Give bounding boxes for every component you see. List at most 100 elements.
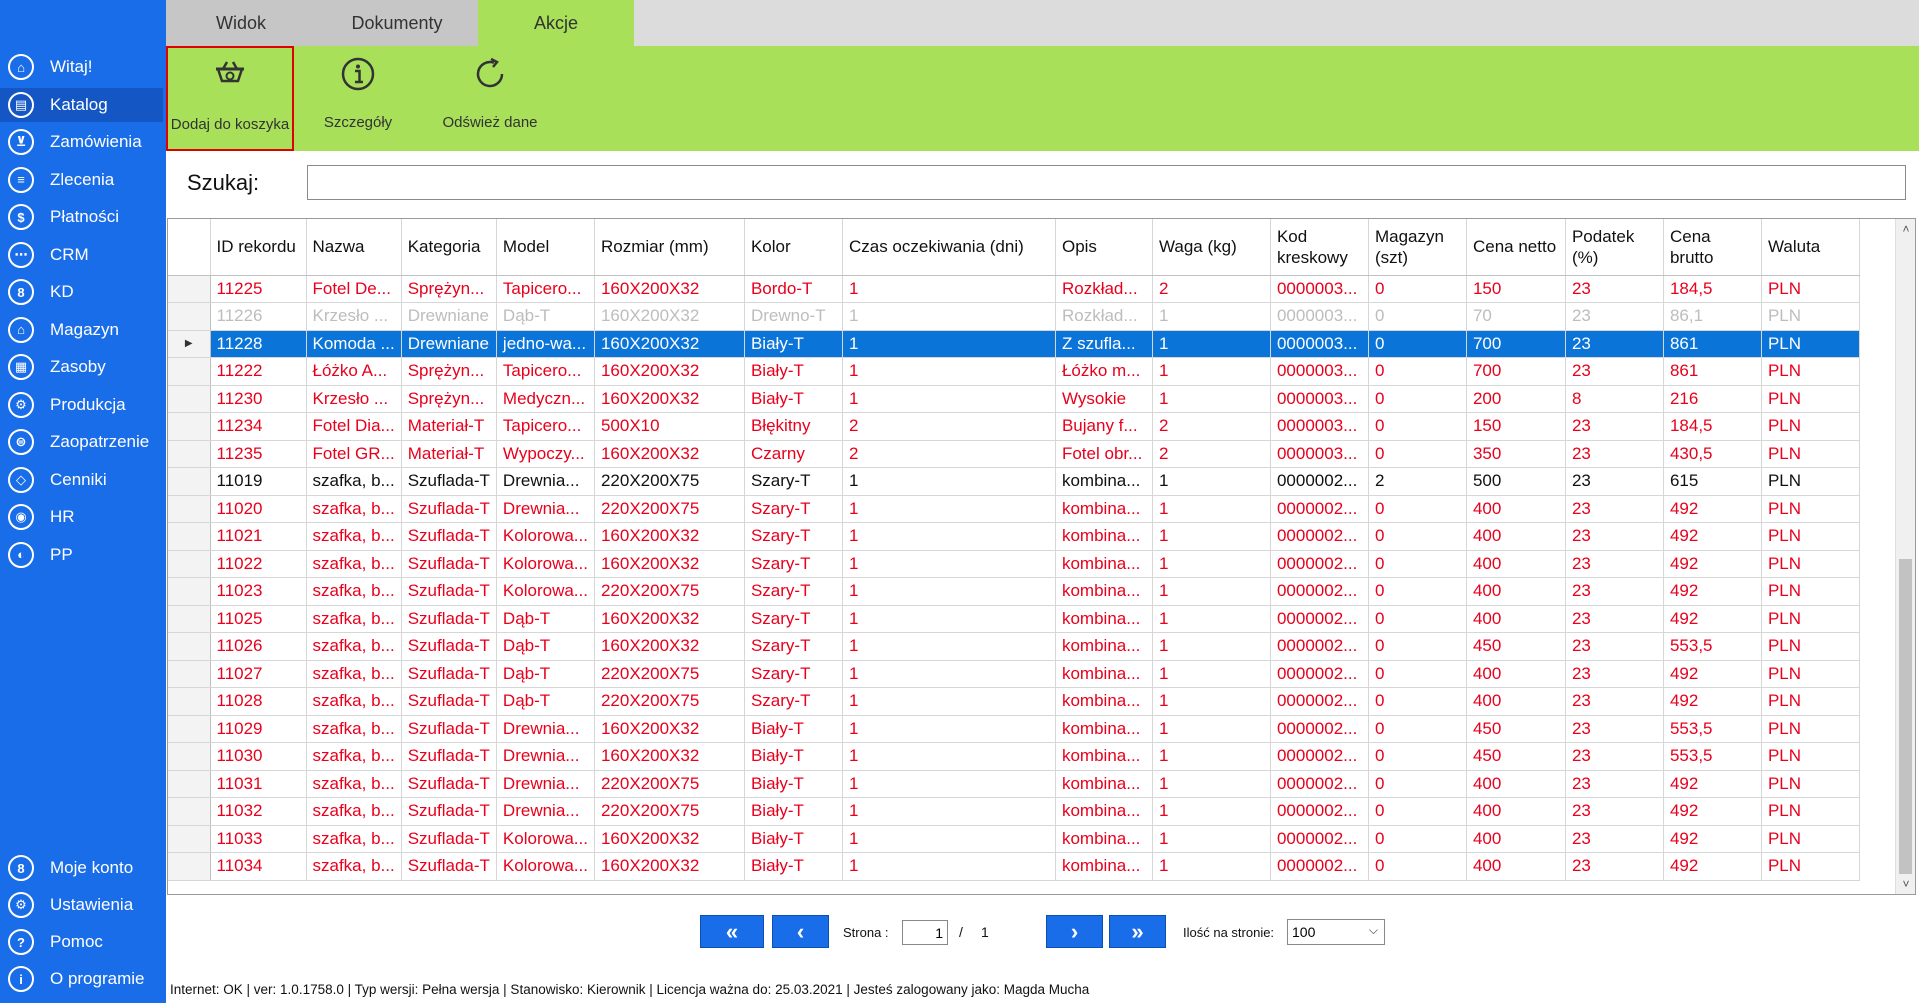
table-row[interactable]: 11030 szafka, b... Szuflada-T Drewnia... 160…: [168, 742, 1860, 771]
row-selector[interactable]: [168, 605, 211, 633]
table-row[interactable]: 11234 Fotel Dia... Materiał-T Tapicero... 50…: [168, 412, 1860, 441]
tab-dokumenty[interactable]: Dokumenty: [316, 0, 478, 46]
row-selector[interactable]: [168, 770, 211, 798]
details-button[interactable]: Szczegóły: [294, 46, 422, 151]
sidebar-item-zamówienia[interactable]: ⊻ Zamówienia: [0, 125, 163, 159]
row-selector[interactable]: [168, 632, 211, 661]
sidebar-item-o-programie[interactable]: i O programie: [0, 962, 163, 996]
sidebar-item-pomoc[interactable]: ? Pomoc: [0, 925, 163, 959]
table-cell: 0000002...: [1270, 660, 1369, 688]
sidebar-item-zaopatrzenie[interactable]: ⊜ Zaopatrzenie: [0, 425, 163, 459]
first-page-button[interactable]: «: [700, 915, 764, 948]
next-page-button[interactable]: ›: [1046, 915, 1103, 948]
column-header[interactable]: Waluta: [1761, 219, 1860, 276]
sidebar-item-katalog[interactable]: ▤ Katalog: [0, 87, 163, 122]
table-row[interactable]: 11019 szafka, b... Szuflada-T Drewnia... 220…: [168, 467, 1860, 496]
sidebar-item-crm[interactable]: ⋯ CRM: [0, 238, 163, 272]
sidebar-item-produkcja[interactable]: ⚙ Produkcja: [0, 388, 163, 422]
row-selector[interactable]: [168, 495, 211, 523]
table-cell: 700: [1466, 330, 1566, 358]
last-page-button[interactable]: »: [1109, 915, 1166, 948]
search-input[interactable]: [307, 165, 1906, 200]
row-selector[interactable]: [168, 550, 211, 578]
sidebar-item-zlecenia[interactable]: ≡ Zlecenia: [0, 163, 163, 197]
tab-akcje[interactable]: Akcje: [478, 0, 634, 46]
table-row[interactable]: 11020 szafka, b... Szuflada-T Drewnia... 220…: [168, 495, 1860, 523]
column-header[interactable]: Opis: [1055, 219, 1153, 276]
column-header[interactable]: Cena netto: [1466, 219, 1566, 276]
prev-page-button[interactable]: ‹: [772, 915, 829, 948]
row-selector[interactable]: [168, 522, 211, 551]
sidebar-item-zasoby[interactable]: ▦ Zasoby: [0, 350, 163, 384]
row-selector[interactable]: [168, 385, 211, 413]
refresh-button[interactable]: Odśwież dane: [422, 46, 558, 151]
sidebar-item-ustawienia[interactable]: ⚙ Ustawienia: [0, 888, 163, 922]
table-cell: 160X200X32: [594, 302, 745, 331]
scroll-up-icon[interactable]: ˄: [1896, 219, 1915, 239]
table-row[interactable]: 11021 szafka, b... Szuflada-T Kolorowa... 16…: [168, 522, 1860, 551]
row-selector[interactable]: [168, 660, 211, 688]
row-selector[interactable]: [168, 440, 211, 468]
row-selector[interactable]: [168, 852, 211, 881]
column-header[interactable]: Model: [496, 219, 595, 276]
scroll-down-icon[interactable]: ˅: [1896, 874, 1915, 894]
column-header[interactable]: Cena brutto: [1663, 219, 1762, 276]
table-row[interactable]: 11034 szafka, b... Szuflada-T Kolorowa... 16…: [168, 852, 1860, 881]
column-header[interactable]: Czas oczekiwania (dni): [842, 219, 1056, 276]
column-header[interactable]: Podatek (%): [1565, 219, 1664, 276]
table-row[interactable]: 11029 szafka, b... Szuflada-T Drewnia... 160…: [168, 715, 1860, 743]
row-selector[interactable]: [168, 742, 211, 771]
table-row[interactable]: 11225 Fotel De... Sprężyn... Tapicero... 160…: [168, 275, 1860, 303]
column-header[interactable]: Kategoria: [401, 219, 497, 276]
sidebar-item-hr[interactable]: ◉ HR: [0, 500, 163, 534]
add-to-cart-button[interactable]: Dodaj do koszyka: [166, 46, 294, 151]
row-selector[interactable]: [168, 687, 211, 716]
table-row[interactable]: 11230 Krzesło ... Sprężyn... Medyczn... 160X…: [168, 385, 1860, 413]
table-cell: szafka, b...: [306, 495, 402, 523]
row-selector[interactable]: [168, 797, 211, 826]
table-row[interactable]: 11222 Łóżko A... Sprężyn... Tapicero... 160X…: [168, 357, 1860, 386]
sidebar-item-magazyn[interactable]: ⌂ Magazyn: [0, 313, 163, 347]
per-page-select[interactable]: 100 ⌵: [1287, 919, 1385, 945]
table-row[interactable]: 11235 Fotel GR... Materiał-T Wypoczy... 160X…: [168, 440, 1860, 468]
table-row[interactable]: 11027 szafka, b... Szuflada-T Dąb-T 220X200X…: [168, 660, 1860, 688]
column-header[interactable]: Waga (kg): [1152, 219, 1271, 276]
table-cell: 0000003...: [1270, 385, 1369, 413]
sidebar-item-pp[interactable]: ◐ PP: [0, 538, 163, 572]
column-header[interactable]: Rozmiar (mm): [594, 219, 745, 276]
row-selector[interactable]: [168, 412, 211, 441]
column-header[interactable]: Nazwa: [306, 219, 402, 276]
table-row[interactable]: 11033 szafka, b... Szuflada-T Kolorowa... 16…: [168, 825, 1860, 853]
row-selector[interactable]: [168, 825, 211, 853]
table-row[interactable]: 11022 szafka, b... Szuflada-T Kolorowa... 16…: [168, 550, 1860, 578]
column-header[interactable]: ID rekordu: [210, 219, 307, 276]
vertical-scrollbar[interactable]: ˄ ˅: [1895, 219, 1915, 894]
sidebar-item-cenniki[interactable]: ◇ Cenniki: [0, 463, 163, 497]
row-selector[interactable]: [168, 467, 211, 496]
table-row[interactable]: 11226 Krzesło ... Drewniane Dąb-T 160X200X32…: [168, 302, 1860, 331]
sidebar-item-witaj-[interactable]: ⌂ Witaj!: [0, 50, 163, 84]
row-selector[interactable]: [168, 357, 211, 386]
scroll-thumb[interactable]: [1899, 559, 1912, 874]
row-selector[interactable]: ▶: [168, 330, 211, 358]
row-selector[interactable]: [168, 715, 211, 743]
column-header[interactable]: Kod kreskowy: [1270, 219, 1369, 276]
column-header[interactable]: Kolor: [744, 219, 843, 276]
row-selector[interactable]: [168, 577, 211, 606]
table-row[interactable]: 11025 szafka, b... Szuflada-T Dąb-T 160X200X…: [168, 605, 1860, 633]
column-header[interactable]: Magazyn (szt): [1368, 219, 1467, 276]
row-selector[interactable]: [168, 302, 211, 331]
table-cell: 160X200X32: [594, 522, 745, 551]
sidebar-item-moje-konto[interactable]: 8 Moje konto: [0, 851, 163, 885]
table-row[interactable]: 11028 szafka, b... Szuflada-T Dąb-T 220X200X…: [168, 687, 1860, 716]
table-row[interactable]: 11026 szafka, b... Szuflada-T Dąb-T 160X200X…: [168, 632, 1860, 661]
sidebar-item-płatności[interactable]: $ Płatności: [0, 200, 163, 234]
table-row[interactable]: ▶ 11228 Komoda ... Drewniane jedno-wa... 160X…: [168, 330, 1860, 358]
table-row[interactable]: 11031 szafka, b... Szuflada-T Drewnia... 220…: [168, 770, 1860, 798]
table-row[interactable]: 11032 szafka, b... Szuflada-T Drewnia... 220…: [168, 797, 1860, 826]
row-selector[interactable]: [168, 275, 211, 303]
table-row[interactable]: 11023 szafka, b... Szuflada-T Kolorowa... 22…: [168, 577, 1860, 606]
tab-widok[interactable]: Widok: [166, 0, 316, 46]
page-input[interactable]: [902, 920, 948, 945]
sidebar-item-kd[interactable]: 8 KD: [0, 275, 163, 309]
